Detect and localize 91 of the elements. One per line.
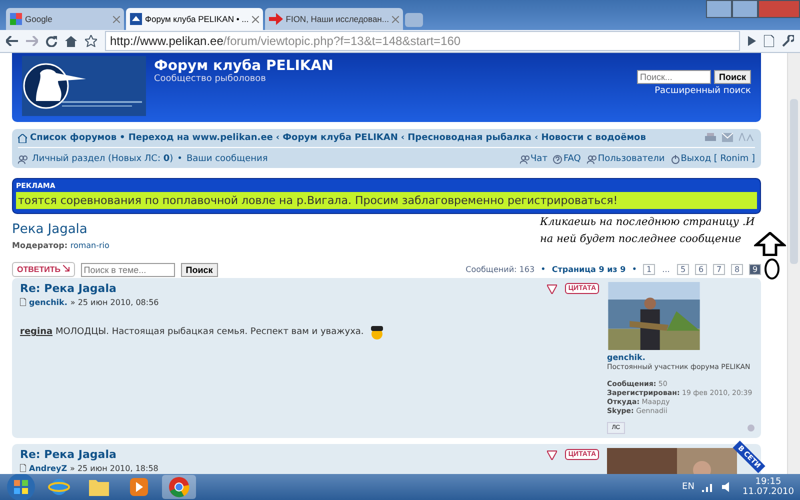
warning-icon[interactable] [547,284,558,294]
breadcrumb-link[interactable]: Переход на www.pelikan.ee [128,133,273,143]
reply-button[interactable]: ОТВЕТИТЬ [12,262,75,277]
browser-tab[interactable]: FION, Наши исследован... [264,8,403,30]
users-icon [18,154,28,164]
breadcrumb-link[interactable]: Форум клуба PELIKAN [282,133,398,143]
separator: • [540,264,546,274]
language-indicator[interactable]: EN [682,482,694,492]
arrow-icon [268,13,283,25]
back-icon[interactable] [6,36,18,46]
separator: • [120,133,126,143]
question-icon [553,154,562,164]
browser-tab[interactable]: Google [6,8,124,30]
close-icon[interactable] [113,16,120,22]
author-link[interactable]: genchik. [29,298,68,307]
mention-link[interactable]: regina [20,327,53,337]
forum-subtitle: Сообщество рыболовов [154,74,267,84]
user-menu-link[interactable]: Выход [ Ronim ] [670,154,755,164]
play-icon[interactable] [748,36,756,46]
search-button[interactable]: Поиск [180,262,218,276]
page-link[interactable]: 6 [695,264,707,275]
address-field[interactable]: http://www.pelikan.ee/forum/viewtopic.php?f=13&t=148&start=160 [105,31,740,51]
up-arrow-icon [754,232,786,256]
separator: • [177,154,182,164]
post-date: » 25 июн 2010, 08:56 [70,298,159,307]
post-title[interactable]: Re: Река Jagala [20,282,540,295]
profile-name[interactable]: genchik. [607,353,753,362]
play-icon [129,477,149,497]
page-link[interactable]: 5 [677,264,689,275]
user-link[interactable]: Личный раздел (Новых ЛС: 0) [32,154,174,164]
maximize-button[interactable] [732,0,758,18]
separator: • [632,264,637,274]
home-icon[interactable] [65,36,77,46]
post-title[interactable]: Re: Река Jagala [20,448,540,461]
breadcrumb-link[interactable]: Список форумов [30,133,117,143]
post-icon [20,464,26,472]
ad-text: тоятся соревнования по поплавочной ловле на р.Вигала. Просим заблаговременно регистрироваться! [16,192,757,209]
annotation-text: Кликаешь на последнюю страницу .И на ней будет последнее сообщение [540,215,756,247]
page-link[interactable]: 1 [643,264,655,275]
browser-tab[interactable]: Форум клуба PELIKAN • ... [126,8,263,30]
separator: ‹ [276,133,280,143]
post-count: Сообщений: 163 [466,265,535,274]
user-menu-link[interactable]: FAQ [553,154,581,164]
user-link[interactable]: Ваши сообщения [186,154,268,164]
breadcrumb-link[interactable]: Пресноводная рыбалка [408,133,532,143]
page-link[interactable]: 8 [731,264,743,275]
power-icon [670,154,680,164]
browser-icon [48,476,70,498]
home-icon [18,134,27,142]
wrench-icon[interactable] [782,35,794,47]
star-icon[interactable] [85,35,97,47]
start-button[interactable] [6,472,36,500]
clock-time[interactable]: 19:15 [755,477,782,487]
forum-title: Форум клуба PELIKAN [154,58,334,74]
taskbar-app[interactable] [162,475,196,499]
page-icon[interactable] [764,35,774,47]
author-link[interactable]: AndreyZ [29,464,67,473]
page-link[interactable]: 7 [713,264,725,275]
post-date: » 25 июн 2010, 18:58 [70,464,158,473]
signal-icon[interactable] [702,482,714,492]
mail-icon[interactable] [722,133,733,142]
clock-date[interactable]: 11.07.2010 [742,487,794,497]
user-menu-link[interactable]: Пользователи [586,154,665,164]
moderator-link[interactable]: roman-rio [70,241,110,250]
circle-mark-icon [764,258,780,280]
topic-search-field[interactable]: Поиск в теме... [80,262,175,276]
users-icon [586,154,597,164]
warning-icon[interactable] [547,450,558,460]
page-info: Страница 9 из 9 [552,265,626,274]
user-menu-link[interactable]: Чат [520,154,548,164]
advanced-search-link[interactable]: Расширенный поиск [654,86,751,96]
close-icon[interactable] [252,16,259,22]
post-text: regina МОЛОДЦЫ. Настоящая рыбацкая семья. Респект вам и уважуха. [20,327,364,337]
breadcrumb-link[interactable]: Новости с водоёмов [541,133,646,143]
page-link[interactable]: 9 [749,264,761,275]
moderator-label: Модератор: roman-rio [12,241,110,250]
users-icon [520,154,530,164]
separator: ‹ [400,133,405,143]
google-icon [10,13,22,25]
folder-icon [88,477,110,497]
post-icon [20,298,26,306]
reload-icon[interactable] [46,36,57,46]
close-icon[interactable] [392,16,399,22]
separator: ‹ [534,133,538,143]
topic-title[interactable]: Река Jagala [12,222,88,237]
search-field[interactable]: Поиск... [636,70,711,84]
chrome-icon [168,476,190,498]
scrollbar-thumb[interactable] [790,99,798,264]
minimize-button[interactable] [706,0,732,18]
search-button[interactable]: Поиск [714,70,751,84]
reply-icon [62,265,70,272]
